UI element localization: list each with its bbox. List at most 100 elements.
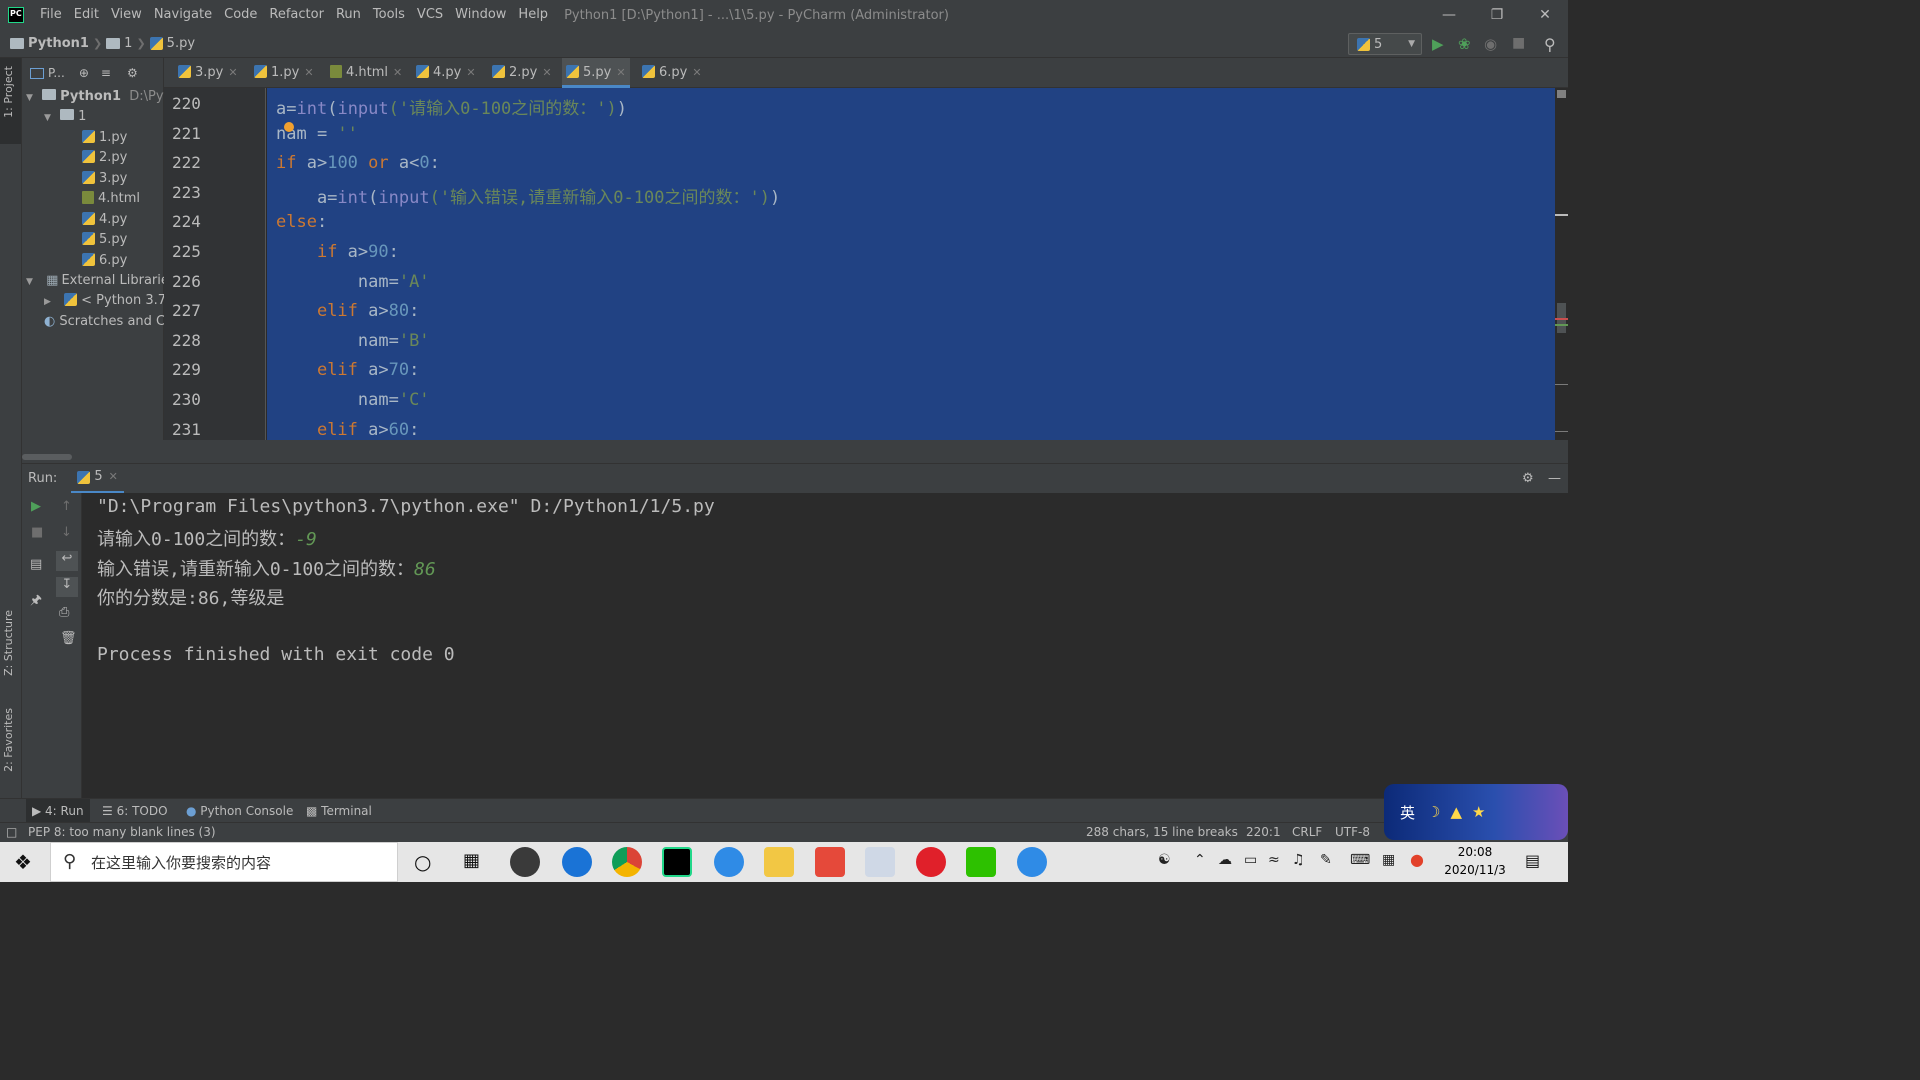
keyboard-icon[interactable]: ⌨ xyxy=(1350,852,1370,868)
tab-5-py[interactable]: 5.py ✕ xyxy=(562,58,630,88)
menu-file[interactable]: File xyxy=(34,0,68,30)
tree-scratches[interactable]: ◐ Scratches and Co xyxy=(44,312,173,332)
menu-help[interactable]: Help xyxy=(512,0,554,30)
menu-navigate[interactable]: Navigate xyxy=(148,0,218,30)
close-tab-icon[interactable]: ✕ xyxy=(616,66,625,79)
menu-code[interactable]: Code xyxy=(218,0,263,30)
menu-edit[interactable]: Edit xyxy=(68,0,105,30)
tree-folder-1[interactable]: ▼ 1 xyxy=(44,107,86,127)
menu-window[interactable]: Window xyxy=(449,0,512,30)
menu-refactor[interactable]: Refactor xyxy=(263,0,330,30)
app-owl-icon[interactable] xyxy=(510,847,540,877)
layout-icon[interactable]: ▤ xyxy=(30,557,42,572)
caret-position[interactable]: 220:1 xyxy=(1246,823,1281,842)
structure-tool-tab[interactable]: Z: Structure xyxy=(2,610,15,676)
code-editor[interactable] xyxy=(267,88,1555,440)
feishu-app-icon[interactable] xyxy=(714,847,744,877)
wps-app-icon[interactable] xyxy=(815,847,845,877)
sogou-ime-icon[interactable]: ● xyxy=(1410,850,1424,869)
tree-file[interactable]: 4.py xyxy=(82,210,127,230)
tool-tab-terminal[interactable]: ▩ Terminal xyxy=(300,799,378,823)
scroll-down-icon[interactable]: ↓ xyxy=(61,525,72,540)
hide-panel-icon[interactable]: — xyxy=(1548,471,1561,486)
favorites-tool-tab[interactable]: 2: Favorites xyxy=(2,708,15,772)
breadcrumb-project[interactable]: Python1 xyxy=(0,36,89,51)
close-tab-icon[interactable]: ✕ xyxy=(542,66,551,79)
stop-icon[interactable]: ■ xyxy=(1512,35,1530,53)
print-icon[interactable]: ⎙ xyxy=(59,605,69,620)
pin-icon[interactable]: 🖈 xyxy=(30,591,42,613)
search-icon[interactable]: ⚲ xyxy=(1544,35,1562,54)
close-tab-icon[interactable]: ✕ xyxy=(692,66,701,79)
tab-3-py[interactable]: 3.py ✕ xyxy=(174,58,242,88)
close-tab-icon[interactable]: ✕ xyxy=(304,66,313,79)
close-tab-icon[interactable]: ✕ xyxy=(228,66,237,79)
breadcrumb-folder[interactable]: 1 xyxy=(106,36,132,51)
taskbar-clock[interactable]: 20:08 2020/11/3 xyxy=(1440,843,1510,879)
soft-wrap-icon[interactable]: ↩ xyxy=(56,551,78,571)
file-explorer-icon[interactable] xyxy=(764,847,794,877)
menu-run[interactable]: Run xyxy=(330,0,367,30)
project-tool-tab[interactable]: 1: Project xyxy=(2,66,15,118)
messenger-app-icon[interactable] xyxy=(1017,847,1047,877)
cortana-icon[interactable]: ○ xyxy=(414,850,431,874)
netease-music-icon[interactable] xyxy=(916,847,946,877)
ime-toolbar[interactable]: 英 ☽ ▲ ★ xyxy=(1384,784,1568,840)
wifi-icon[interactable]: ≈ xyxy=(1268,852,1280,868)
tree-file[interactable]: 4.html xyxy=(82,189,140,209)
pen-icon[interactable]: ✎ xyxy=(1320,852,1332,868)
wechat-icon[interactable] xyxy=(966,847,996,877)
taskbar-search[interactable]: ⚲ 在这里输入你要搜索的内容 xyxy=(50,842,398,882)
volume-icon[interactable]: ♫ xyxy=(1292,852,1305,868)
tree-file[interactable]: 6.py xyxy=(82,251,127,271)
line-separator[interactable]: CRLF xyxy=(1292,823,1322,842)
photos-app-icon[interactable] xyxy=(865,847,895,877)
menu-tools[interactable]: Tools xyxy=(367,0,411,30)
debug-icon[interactable]: ❀ xyxy=(1458,35,1476,53)
gear-icon[interactable]: ⚙ xyxy=(127,66,138,80)
run-icon[interactable]: ▶ xyxy=(1432,35,1450,53)
chrome-browser-icon[interactable] xyxy=(612,847,642,877)
editor-error-stripe[interactable] xyxy=(1555,88,1568,440)
scroll-to-end-icon[interactable]: ↧ xyxy=(56,577,78,597)
locate-icon[interactable]: ⊕ xyxy=(79,66,89,80)
tree-root-project[interactable]: ▼ Python1 D:\Pyth xyxy=(26,87,177,107)
rerun-icon[interactable]: ▶ xyxy=(31,499,41,514)
edge-browser-icon[interactable] xyxy=(562,847,592,877)
close-button[interactable]: ✕ xyxy=(1522,0,1568,30)
intention-bulb-icon[interactable] xyxy=(284,122,294,132)
gear-icon[interactable]: ⚙ xyxy=(1522,471,1534,486)
tab-1-py[interactable]: 1.py ✕ xyxy=(250,58,318,88)
tree-file[interactable]: 1.py xyxy=(82,128,127,148)
tab-6-py[interactable]: 6.py ✕ xyxy=(638,58,706,88)
tab-4-html[interactable]: 4.html ✕ xyxy=(326,58,406,88)
people-icon[interactable]: ☯ xyxy=(1158,852,1171,868)
tab-4-py[interactable]: 4.py ✕ xyxy=(412,58,480,88)
tool-tab-run[interactable]: ▶ 4: Run xyxy=(26,799,90,823)
file-encoding[interactable]: UTF-8 xyxy=(1335,823,1370,842)
menu-vcs[interactable]: VCS xyxy=(411,0,449,30)
close-tab-icon[interactable]: ✕ xyxy=(466,66,475,79)
battery-icon[interactable]: ▭ xyxy=(1244,852,1257,868)
scroll-up-icon[interactable]: ↑ xyxy=(61,499,72,514)
ime-mode-icon[interactable]: ▦ xyxy=(1382,852,1395,868)
run-tab-5[interactable]: 5 ✕ xyxy=(71,464,124,494)
stop-icon[interactable]: ■ xyxy=(31,525,43,540)
task-view-icon[interactable]: ▦ xyxy=(463,850,480,871)
menu-view[interactable]: View xyxy=(105,0,148,30)
tool-tab-python-console[interactable]: ● Python Console xyxy=(180,799,299,823)
tree-file[interactable]: 3.py xyxy=(82,169,127,189)
tree-file[interactable]: 2.py xyxy=(82,148,127,168)
tree-python-sdk[interactable]: ▶ < Python 3.7 > xyxy=(44,291,181,311)
notification-center-icon[interactable]: ▤ xyxy=(1525,851,1540,870)
tool-tab-todo[interactable]: ☰ 6: TODO xyxy=(96,799,174,823)
tree-file[interactable]: 5.py xyxy=(82,230,127,250)
run-configuration-select[interactable]: 5 ▼ xyxy=(1348,33,1422,55)
tray-expand-icon[interactable]: ⌃ xyxy=(1194,852,1206,868)
close-tab-icon[interactable]: ✕ xyxy=(393,66,402,79)
tab-2-py[interactable]: 2.py ✕ xyxy=(488,58,556,88)
horizontal-scrollbar[interactable] xyxy=(22,440,1568,463)
breadcrumb-file[interactable]: 5.py xyxy=(149,36,195,51)
pycharm-taskbar-icon[interactable] xyxy=(662,847,692,877)
collapse-all-icon[interactable]: ≡ xyxy=(101,66,111,80)
